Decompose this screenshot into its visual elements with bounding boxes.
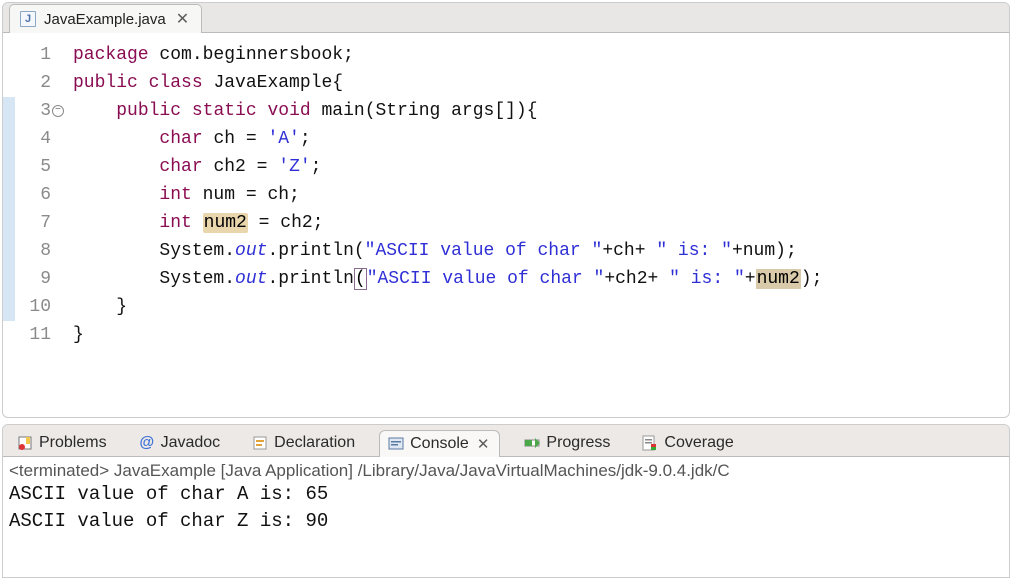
editor-tabbar: J JavaExample.java ✕ [3, 3, 1009, 33]
bottom-tabbar: Problems @ Javadoc Declaration Console ✕… [3, 425, 1009, 457]
tab-label: Problems [39, 434, 107, 452]
declaration-icon [252, 435, 268, 451]
line-number: 5 [15, 153, 51, 181]
progress-icon [524, 435, 540, 451]
editor-tab-label: JavaExample.java [44, 11, 166, 28]
line-number: 11 [15, 321, 51, 349]
code-line: char ch2 = 'Z'; [73, 153, 1009, 181]
coverage-icon [642, 435, 658, 451]
tab-label: Javadoc [161, 434, 221, 452]
bottom-panel: Problems @ Javadoc Declaration Console ✕… [2, 424, 1010, 578]
tab-javadoc[interactable]: @ Javadoc [131, 430, 229, 456]
variable-highlight: num2 [756, 269, 801, 289]
tab-label: Console [410, 435, 469, 453]
tab-label: Coverage [664, 434, 733, 452]
editor-pane: J JavaExample.java ✕ 1 2 3− 4 5 6 7 8 9 … [2, 2, 1010, 418]
line-number: 2 [15, 69, 51, 97]
tab-label: Declaration [274, 434, 355, 452]
code-line: public class JavaExample{ [73, 69, 1009, 97]
tab-label: Progress [546, 434, 610, 452]
editor-tab-javaexample[interactable]: J JavaExample.java ✕ [9, 4, 202, 33]
line-number: 1 [15, 41, 51, 69]
line-number: 8 [15, 237, 51, 265]
code-line: package com.beginnersbook; [73, 41, 1009, 69]
console-body: <terminated> JavaExample [Java Applicati… [3, 457, 1009, 539]
line-number: 9 [15, 265, 51, 293]
code-line: System.out.println("ASCII value of char … [73, 265, 1009, 293]
console-icon [388, 436, 404, 452]
line-number: 6 [15, 181, 51, 209]
tab-declaration[interactable]: Declaration [244, 430, 363, 456]
console-output-line: ASCII value of char Z is: 90 [9, 508, 1003, 535]
code-line: public static void main(String args[]){ [73, 97, 1009, 125]
console-status: <terminated> JavaExample [Java Applicati… [9, 461, 1003, 481]
code-line: } [73, 321, 1009, 349]
line-number: 4 [15, 125, 51, 153]
javadoc-icon: @ [139, 435, 155, 451]
variable-highlight: num2 [203, 213, 248, 233]
code-content[interactable]: package com.beginnersbook; public class … [59, 41, 1009, 349]
bracket-match: ( [354, 268, 367, 290]
close-icon[interactable]: ✕ [174, 9, 191, 29]
line-number: 7 [15, 209, 51, 237]
line-number: 3− [15, 97, 51, 125]
java-file-icon: J [20, 11, 36, 27]
code-line: int num2 = ch2; [73, 209, 1009, 237]
tab-problems[interactable]: Problems [9, 430, 115, 456]
code-line: int num = ch; [73, 181, 1009, 209]
code-line: } [73, 293, 1009, 321]
console-output-line: ASCII value of char A is: 65 [9, 481, 1003, 508]
fold-gutter [3, 41, 15, 349]
close-icon[interactable]: ✕ [475, 435, 492, 453]
line-number: 10 [15, 293, 51, 321]
problems-icon [17, 435, 33, 451]
tab-progress[interactable]: Progress [516, 430, 618, 456]
line-number-gutter: 1 2 3− 4 5 6 7 8 9 10 11 [15, 41, 59, 349]
tab-console[interactable]: Console ✕ [379, 430, 500, 457]
code-line: char ch = 'A'; [73, 125, 1009, 153]
code-line: System.out.println("ASCII value of char … [73, 237, 1009, 265]
code-area[interactable]: 1 2 3− 4 5 6 7 8 9 10 11 package com.beg… [3, 33, 1009, 349]
tab-coverage[interactable]: Coverage [634, 430, 741, 456]
